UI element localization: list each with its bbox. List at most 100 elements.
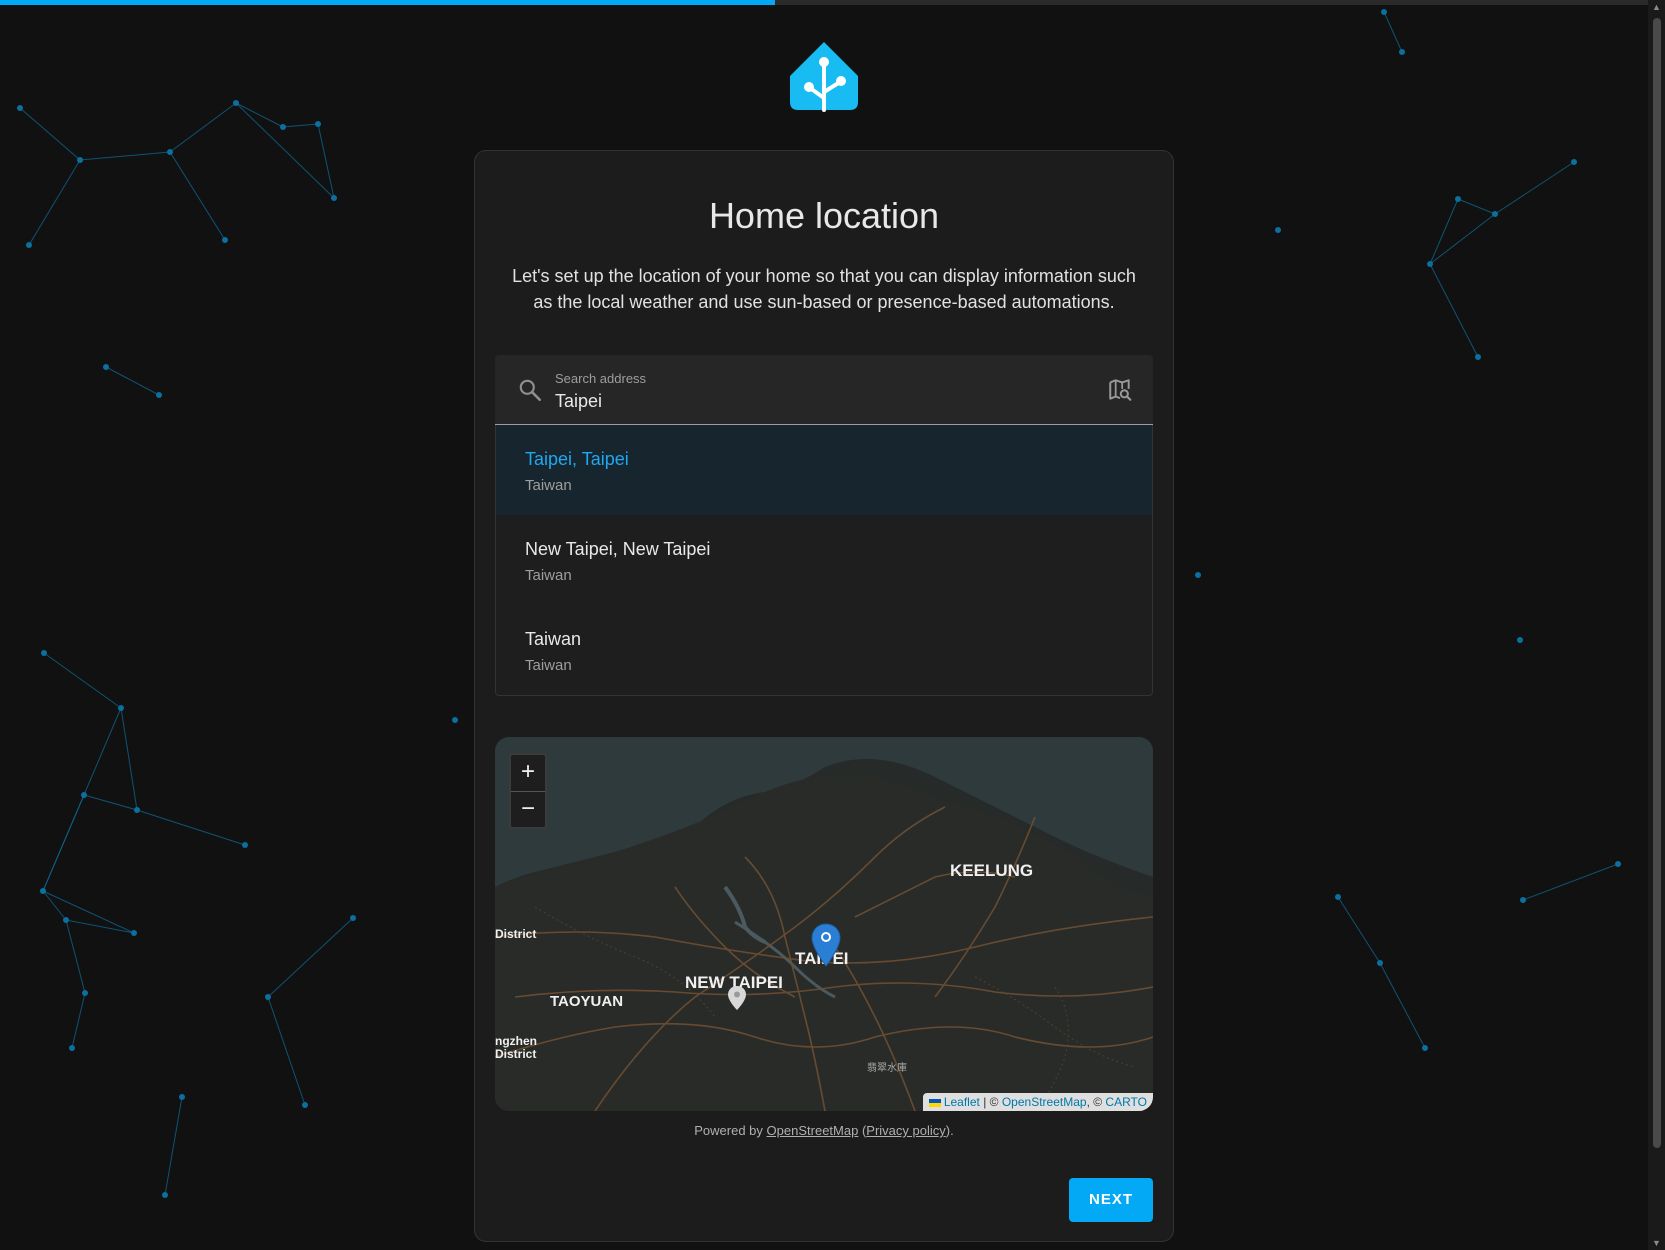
constellation-dot [41,650,47,656]
address-suggestion-list: Taipei, Taipei Taiwan New Taipei, New Ta… [495,425,1153,696]
carto-link[interactable]: CARTO [1105,1095,1147,1109]
constellation-dot [233,100,239,106]
constellation-dot [63,917,69,923]
constellation-dot [242,842,248,848]
attribution-separator: | © [983,1095,999,1109]
constellation-line [1457,198,1496,215]
constellation-dot [1427,261,1433,267]
openstreetmap-attribution-link[interactable]: OpenStreetMap [1002,1095,1087,1109]
constellation-dot [1377,960,1383,966]
constellation-line [83,794,138,811]
constellation-dot [17,105,23,111]
constellation-dot [1455,196,1461,202]
map-label-taoyuan: TAOYUAN [550,993,624,1010]
constellation-dot [118,705,124,711]
suggestion-name: Taiwan [525,629,582,649]
scrollbar-thumb[interactable] [1653,18,1661,1148]
constellation-dot [280,124,286,130]
constellation-line [1383,11,1403,53]
scrollbar[interactable]: ▲ ▼ [1648,0,1665,1250]
zoom-in-button[interactable]: + [511,755,545,792]
constellation-line [317,123,335,199]
scroll-up-arrow-icon[interactable]: ▲ [1651,2,1662,12]
constellation-dot [1517,637,1523,643]
map-label-district: District [495,927,537,941]
location-pin-icon[interactable] [810,923,842,967]
constellation-line [65,919,86,994]
constellation-dot [1335,894,1341,900]
constellation-line [267,996,306,1106]
constellation-line [71,992,86,1049]
ukraine-flag-icon [928,1098,941,1107]
zoom-out-button[interactable]: − [511,792,545,828]
map-attribution: Leaflet | © OpenStreetMap, © CARTO [922,1093,1153,1111]
constellation-line [1429,198,1459,265]
powered-by-prefix: Powered by [694,1123,763,1138]
constellation-dot [1492,211,1498,217]
map-label-reservoir: 翡翠水庫 [867,1063,907,1074]
map-label-zhongzheng: ngzhen [495,1034,537,1048]
constellation-dot [1381,9,1387,15]
next-button[interactable]: NEXT [1069,1178,1153,1222]
map-search-icon[interactable] [1107,377,1133,403]
search-address-field[interactable]: Search address [495,355,1153,425]
constellation-dot [1275,227,1281,233]
constellation-dot [134,807,140,813]
openstreetmap-link[interactable]: OpenStreetMap [767,1123,859,1138]
constellation-dot [1422,1045,1428,1051]
suggestion-item-taipei[interactable]: Taipei, Taipei Taiwan [496,425,1152,515]
search-address-label: Search address [555,371,647,386]
constellation-dot [40,888,46,894]
powered-by-text: Powered by OpenStreetMap (Privacy policy… [475,1123,1173,1138]
constellation-dot [26,242,32,248]
constellation-line [169,151,226,241]
constellation-line [28,159,81,246]
constellation-line [1494,161,1575,215]
constellation-dot [302,1102,308,1108]
constellation-line [1429,263,1479,358]
constellation-dot [265,994,271,1000]
constellation-line [1379,962,1426,1049]
location-map[interactable]: KEELUNG TAIPEI NEW TAIPEI TAOYUAN Distri… [495,737,1153,1111]
suggestion-country: Taiwan [525,657,572,674]
constellation-dot [156,392,162,398]
constellation-line [1429,213,1496,265]
constellation-line [105,366,160,396]
paren-close: ). [945,1123,954,1138]
constellation-dot [69,1045,75,1051]
attribution-separator-2: , © [1086,1095,1103,1109]
suggestion-name: Taipei, Taipei [525,449,629,469]
page-title: Home location [708,195,940,236]
constellation-line [42,707,122,892]
suggestion-country: Taiwan [525,477,572,494]
constellation-dot [350,915,356,921]
constellation-dot [179,1094,185,1100]
constellation-dot [1615,861,1621,867]
privacy-policy-link[interactable]: Privacy policy [866,1123,945,1138]
constellation-dot [331,195,337,201]
constellation-dot [315,121,321,127]
onboarding-card: Home location Let's set up the location … [474,150,1174,1242]
constellation-dot [452,717,458,723]
constellation-dot [1475,354,1481,360]
constellation-line [19,107,81,161]
suggestion-item-taiwan[interactable]: Taiwan Taiwan [496,605,1152,695]
constellation-dot [81,792,87,798]
constellation-dot [162,1192,168,1198]
map-zoom-control: + − [509,753,547,829]
leaflet-link[interactable]: Leaflet [944,1095,980,1109]
map-label-keelung: KEELUNG [950,861,1034,880]
constellation-line [235,102,284,128]
constellation-dot [1195,572,1201,578]
search-address-input[interactable] [555,389,1075,413]
suggestion-item-new-taipei[interactable]: New Taipei, New Taipei Taiwan [496,515,1152,605]
secondary-pin-icon [728,986,746,1010]
constellation-line [267,917,354,998]
scroll-down-arrow-icon[interactable]: ▼ [1651,1238,1662,1248]
constellation-line [164,1096,183,1196]
constellation-line [43,652,122,709]
constellation-line [1337,896,1381,964]
constellation-line [235,102,335,199]
constellation-dot [222,237,228,243]
page-description: Let's set up the location of your home s… [512,266,1136,312]
